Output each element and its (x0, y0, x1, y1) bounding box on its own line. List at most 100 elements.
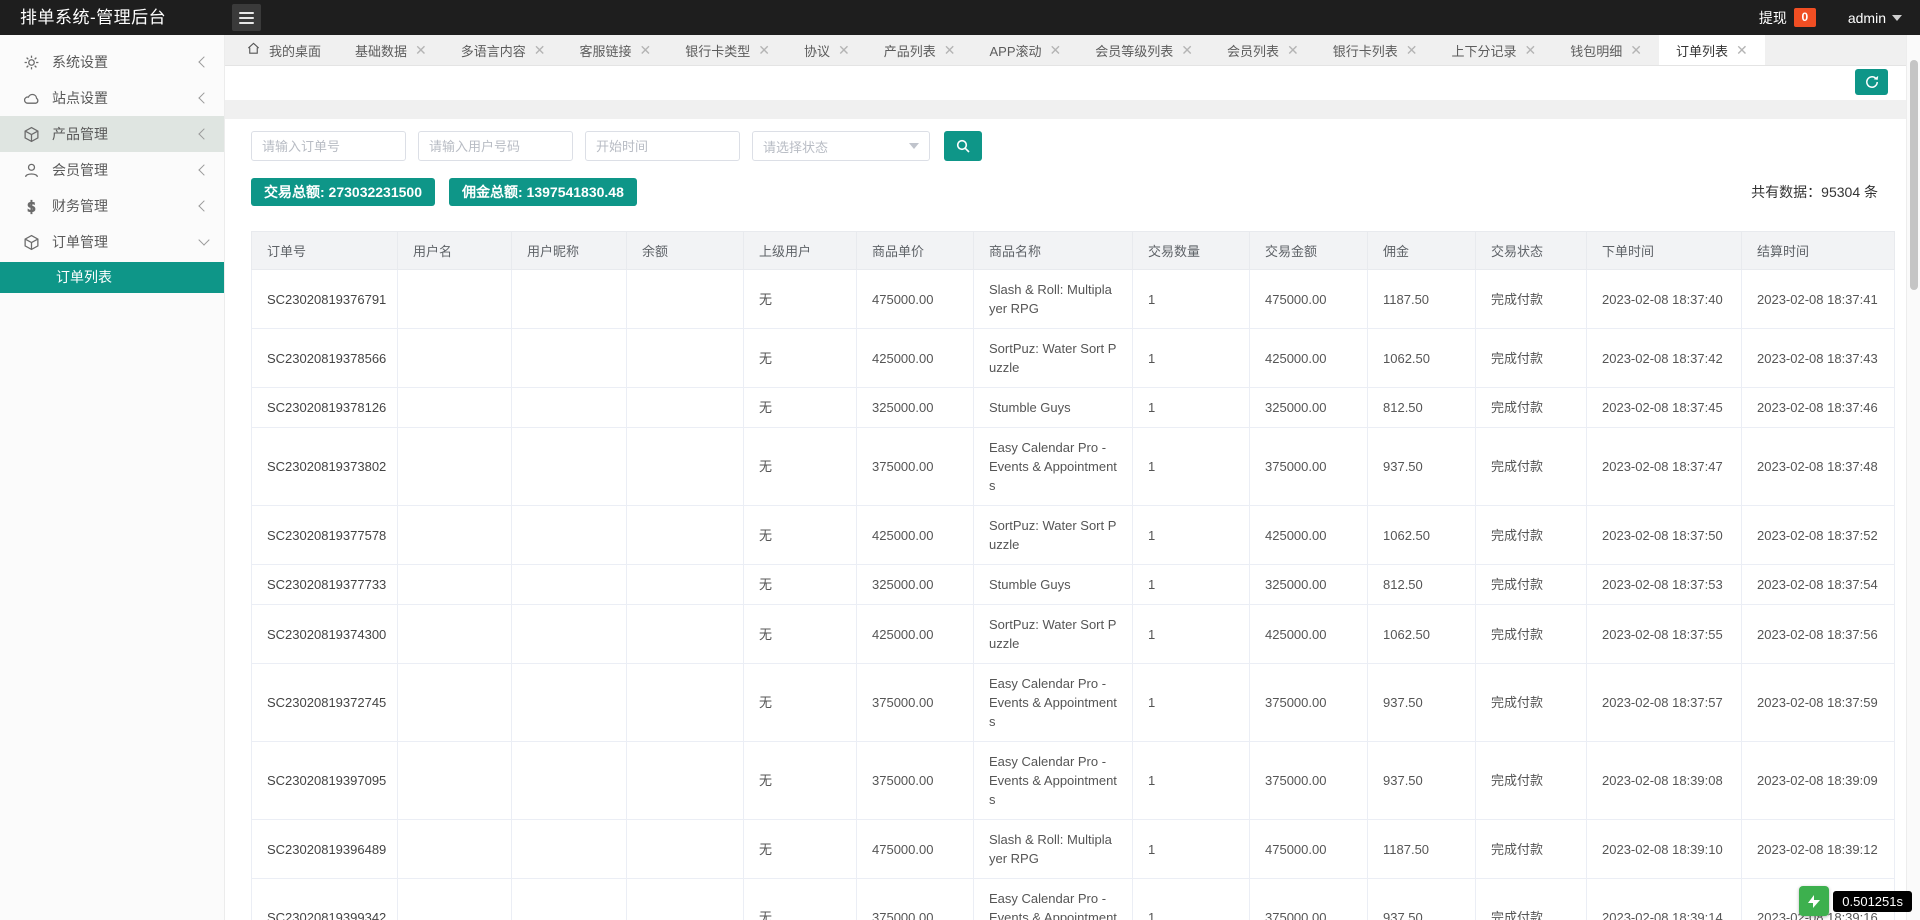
tab-9[interactable]: 会员列表✕ (1210, 35, 1316, 65)
close-icon[interactable]: ✕ (1287, 43, 1299, 57)
column-header-qty: 交易数量 (1133, 232, 1250, 270)
qty-cell: 1 (1133, 565, 1250, 605)
sidebar-item-2[interactable]: 产品管理 (0, 116, 224, 152)
close-icon[interactable]: ✕ (534, 43, 546, 57)
app-title: 排单系统-管理后台 (20, 0, 166, 35)
user-dropdown[interactable]: admin (1848, 10, 1902, 26)
tab-label: 银行卡列表 (1333, 41, 1398, 60)
sidebar-item-3[interactable]: 会员管理 (0, 152, 224, 188)
column-header-commission: 佣金 (1368, 232, 1476, 270)
refresh-icon (1864, 74, 1880, 90)
price-cell: 375000.00 (857, 428, 974, 506)
qty-cell: 1 (1133, 270, 1250, 329)
chevron-left-icon (198, 56, 209, 67)
close-icon[interactable]: ✕ (1630, 43, 1642, 57)
parent-cell: 无 (744, 565, 857, 605)
status-cell: 完成付款 (1476, 329, 1587, 388)
tab-3[interactable]: 客服链接✕ (563, 35, 669, 65)
parent-cell: 无 (744, 664, 857, 742)
tab-6[interactable]: 产品列表✕ (867, 35, 973, 65)
tab-label: 基础数据 (355, 41, 407, 60)
commission-cell: 937.50 (1368, 428, 1476, 506)
price-cell: 375000.00 (857, 879, 974, 920)
tab-7[interactable]: APP滚动✕ (973, 35, 1079, 65)
tab-1[interactable]: 基础数据 ✕ (338, 35, 444, 65)
tab-12[interactable]: 钱包明细✕ (1553, 35, 1659, 65)
tab-13[interactable]: 订单列表 ✕ (1659, 35, 1765, 65)
amount-cell: 475000.00 (1250, 820, 1368, 879)
chevron-left-icon (198, 164, 209, 175)
column-header-nickname: 用户昵称 (512, 232, 627, 270)
trace-icon[interactable] (1799, 886, 1829, 916)
close-icon[interactable]: ✕ (415, 43, 427, 57)
created-cell: 2023-02-08 18:37:42 (1587, 329, 1742, 388)
parent-cell: 无 (744, 742, 857, 820)
sidebar-item-0[interactable]: 系统设置 (0, 44, 224, 80)
tab-11[interactable]: 上下分记录✕ (1435, 35, 1554, 65)
start-time-input[interactable] (585, 131, 740, 161)
summary-row: 交易总额: 273032231500 佣金总额: 1397541830.48 共… (251, 178, 1893, 206)
order-no-input[interactable] (251, 131, 406, 161)
username-cell (398, 506, 512, 565)
no-cell: SC23020819377578 (252, 506, 398, 565)
close-icon[interactable]: ✕ (1406, 43, 1418, 57)
sidebar-submenu-order-list[interactable]: 订单列表 (0, 262, 224, 293)
sidebar-item-label: 系统设置 (52, 52, 200, 72)
tab-2[interactable]: 多语言内容✕ (444, 35, 563, 65)
created-cell: 2023-02-08 18:39:10 (1587, 820, 1742, 879)
table-row: SC23020819377578无425000.00SortPuz: Water… (252, 506, 1895, 565)
tab-label: 订单列表 (1676, 41, 1728, 60)
amount-cell: 375000.00 (1250, 742, 1368, 820)
qty-cell: 1 (1133, 329, 1250, 388)
status-select[interactable]: 请选择状态 (752, 131, 930, 161)
price-cell: 375000.00 (857, 664, 974, 742)
close-icon[interactable]: ✕ (1525, 43, 1537, 57)
balance-cell (627, 820, 744, 879)
tab-5[interactable]: 协议✕ (787, 35, 867, 65)
settled-cell: 2023-02-08 18:37:48 (1742, 428, 1895, 506)
withdraw-menu[interactable]: 提现 0 (1759, 8, 1816, 28)
close-icon[interactable]: ✕ (640, 43, 652, 57)
username-cell (398, 879, 512, 920)
commission-cell: 937.50 (1368, 879, 1476, 920)
sidebar-item-4[interactable]: $财务管理 (0, 188, 224, 224)
refresh-button[interactable] (1855, 69, 1888, 95)
scrollbar-thumb[interactable] (1910, 60, 1918, 290)
close-icon[interactable]: ✕ (1050, 43, 1062, 57)
product-cell: Easy Calendar Pro - Events & Appointment… (974, 428, 1133, 506)
table-row: SC23020819397095无375000.00Easy Calendar … (252, 742, 1895, 820)
vertical-scrollbar[interactable] (1906, 35, 1920, 920)
tab-10[interactable]: 银行卡列表 ✕ (1316, 35, 1435, 65)
close-icon[interactable]: ✕ (758, 43, 770, 57)
search-button[interactable] (944, 131, 982, 161)
close-icon[interactable]: ✕ (838, 43, 850, 57)
no-cell: SC23020819378566 (252, 329, 398, 388)
commission-cell: 812.50 (1368, 388, 1476, 428)
parent-cell: 无 (744, 388, 857, 428)
close-icon[interactable]: ✕ (944, 43, 956, 57)
chevron-down-icon (1892, 15, 1902, 21)
table-row: SC23020819378126无325000.00Stumble Guys13… (252, 388, 1895, 428)
menu-toggle-button[interactable] (232, 4, 261, 31)
settled-cell: 2023-02-08 18:39:09 (1742, 742, 1895, 820)
parent-cell: 无 (744, 270, 857, 329)
home-icon (246, 41, 261, 59)
tab-4[interactable]: 银行卡类型✕ (668, 35, 787, 65)
tab-0[interactable]: 我的桌面 (229, 35, 338, 65)
tab-8[interactable]: 会员等级列表✕ (1078, 35, 1210, 65)
commission-cell: 1187.50 (1368, 270, 1476, 329)
status-cell: 完成付款 (1476, 879, 1587, 920)
settled-cell: 2023-02-08 18:37:43 (1742, 329, 1895, 388)
orders-table: 订单号用户名用户昵称余额上级用户商品单价商品名称交易数量交易金额佣金交易状态下单… (251, 231, 1895, 920)
tab-label: 我的桌面 (269, 41, 321, 60)
close-icon[interactable]: ✕ (1736, 43, 1748, 57)
sidebar-item-1[interactable]: 站点设置 (0, 80, 224, 116)
created-cell: 2023-02-08 18:37:47 (1587, 428, 1742, 506)
close-icon[interactable]: ✕ (1181, 43, 1193, 57)
user-no-input[interactable] (418, 131, 573, 161)
finance-icon: $ (22, 197, 40, 215)
amount-cell: 375000.00 (1250, 879, 1368, 920)
sidebar-item-5[interactable]: 订单管理 (0, 224, 224, 260)
product-cell: Slash & Roll: Multiplayer RPG (974, 270, 1133, 329)
price-cell: 475000.00 (857, 820, 974, 879)
